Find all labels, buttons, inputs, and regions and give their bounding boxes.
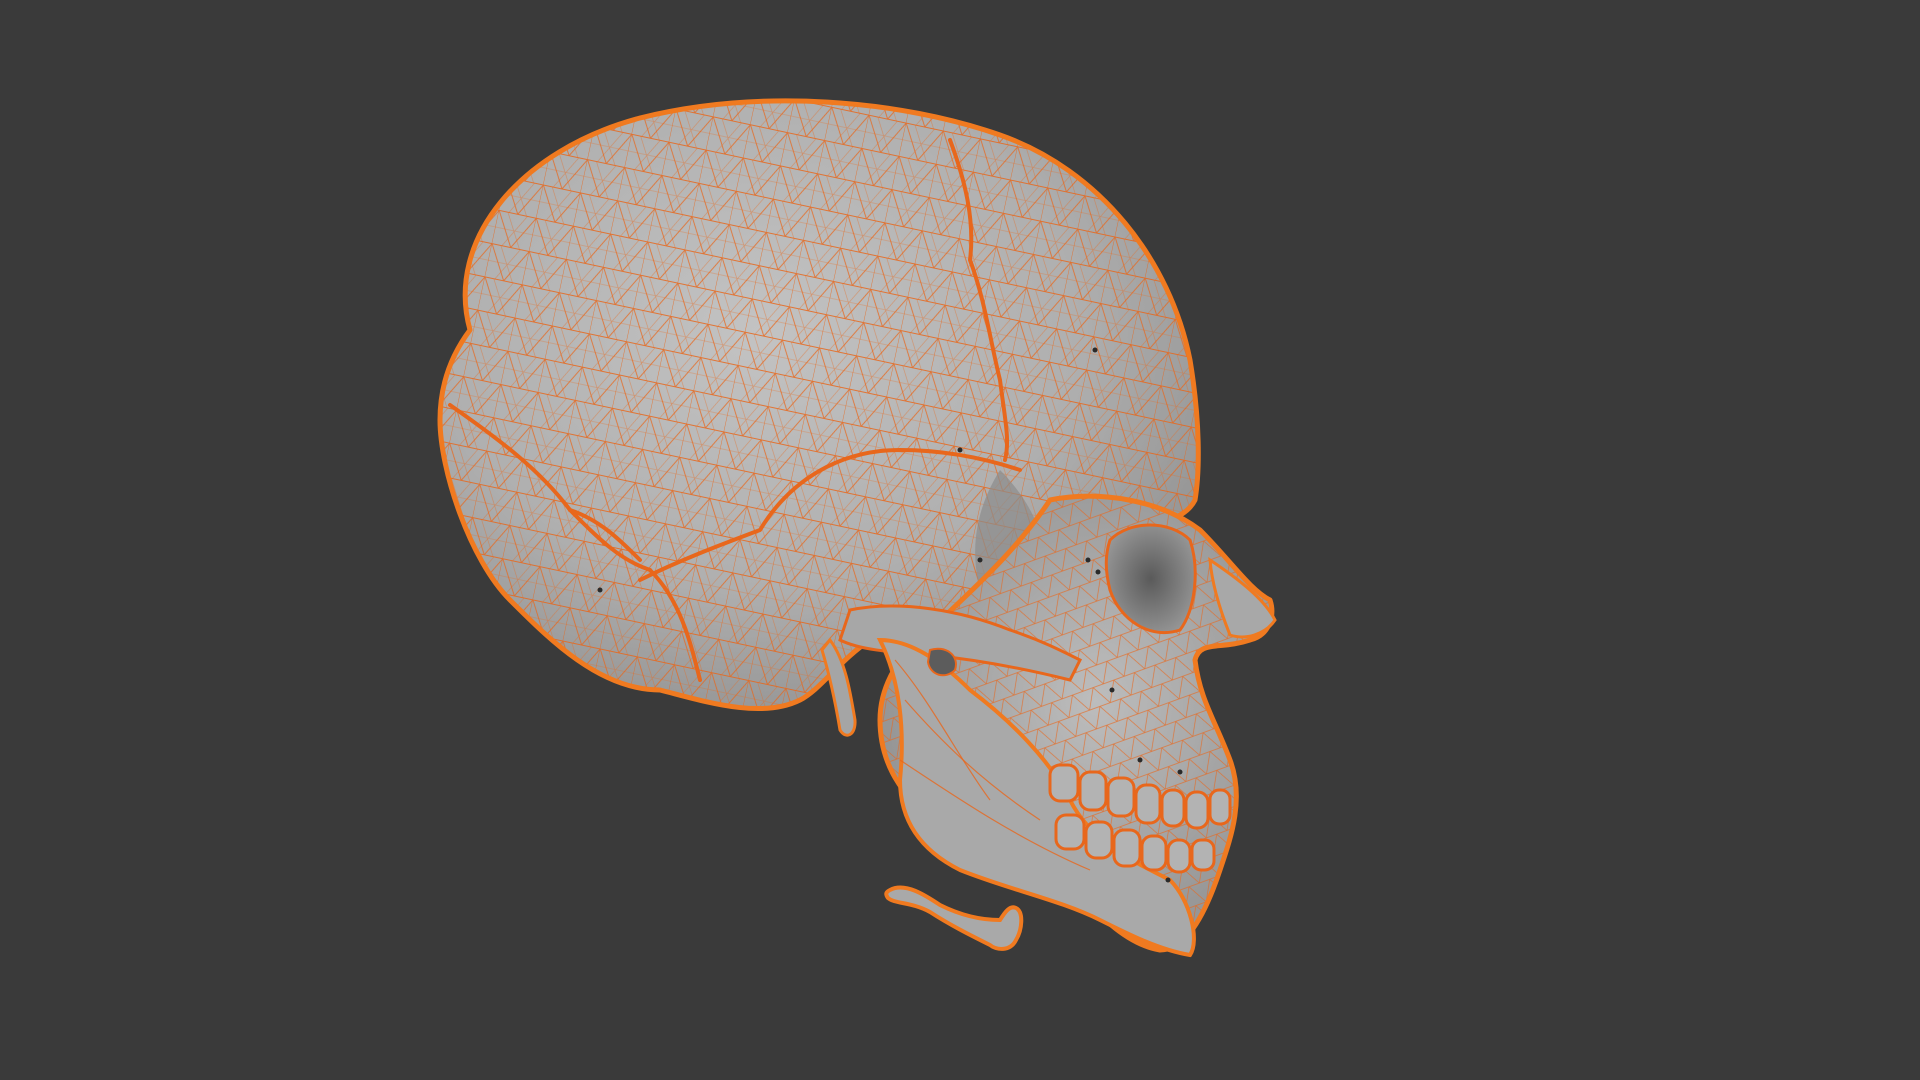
skull-render xyxy=(437,98,1277,958)
hyoid-bone[interactable] xyxy=(884,885,1024,951)
3d-viewport[interactable] xyxy=(0,0,1920,1080)
ear-canal xyxy=(926,647,957,677)
